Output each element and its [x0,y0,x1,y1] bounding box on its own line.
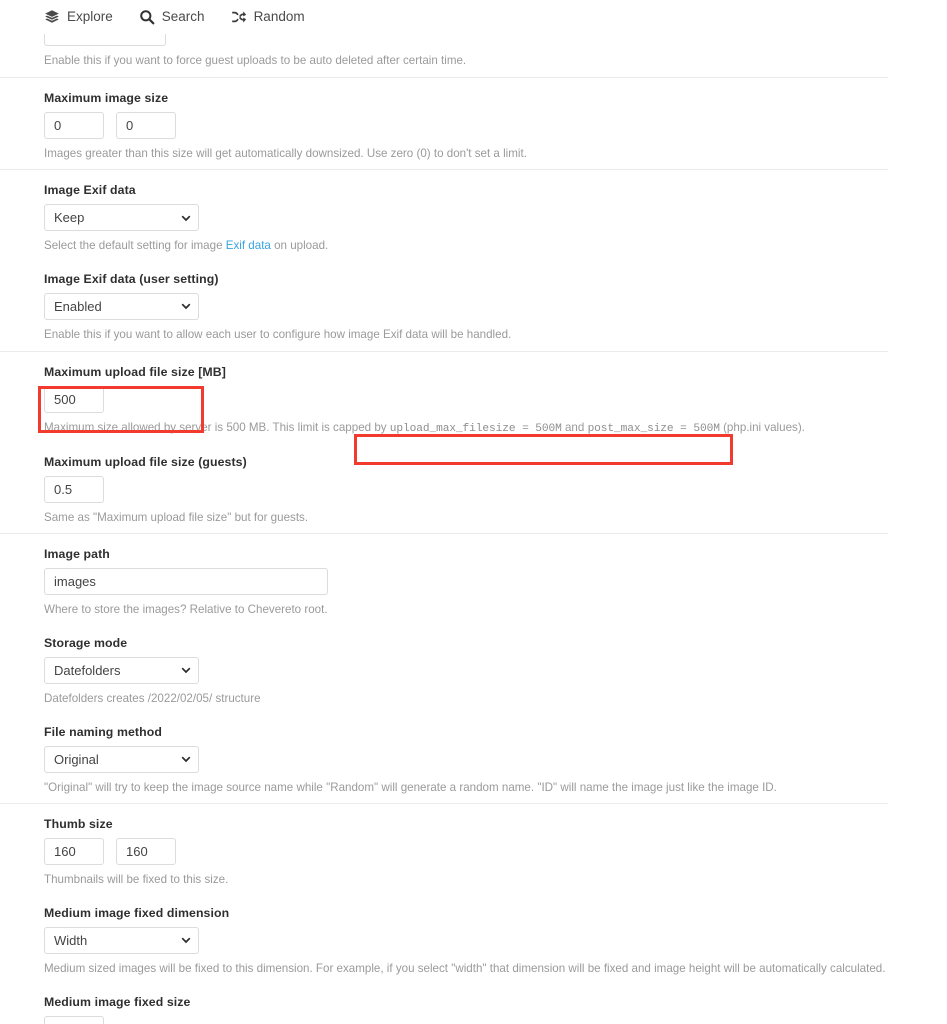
max-upload-file-size-input[interactable] [44,385,104,413]
layers-icon [44,9,60,25]
settings-page: Enable this if you want to force guest u… [0,34,947,1024]
nav-item-search[interactable]: Search [139,9,205,25]
image-exif-data-user-select[interactable]: Enabled [44,292,199,320]
image-exif-data-user-label: Image Exif data (user setting) [44,271,219,286]
field-maximum-image-size: Maximum image size Images greater than t… [44,77,947,170]
max-upload-file-size-guests-hint: Same as "Maximum upload file size" but f… [44,510,309,524]
medium-image-fixed-size-label: Medium image fixed size [44,994,191,1009]
storage-mode-select-wrap: Datefolders [44,656,199,684]
section-maximum-upload-file-size: Maximum upload file size [MB] Maximum si… [0,350,947,534]
file-naming-method-hint: "Original" will try to keep the image so… [44,780,777,794]
nav-item-search-label: Search [161,9,205,25]
max-upload-hint-after: (php.ini values). [719,420,805,434]
max-upload-hint-mid: and [561,420,588,434]
storage-mode-label: Storage mode [44,635,128,650]
section-storage: Image path Where to store the images? Re… [0,533,947,803]
maximum-image-size-hint: Images greater than this size will get a… [44,146,527,160]
section-maximum-image-size: Maximum image size Images greater than t… [0,76,947,170]
exif-data-link[interactable]: Exif data [226,239,271,252]
storage-mode-hint: Datefolders creates /2022/02/05/ structu… [44,691,261,705]
max-upload-file-size-label: Maximum upload file size [MB] [44,364,226,379]
file-naming-method-label: File naming method [44,724,162,739]
image-exif-data-hint: Select the default setting for image Exi… [44,238,947,254]
php-upload-max-filesize-code: upload_max_filesize = 500M [389,422,562,435]
image-exif-data-hint-before: Select the default setting for image [44,239,226,253]
field-max-upload-file-size: Maximum upload file size [MB] Maximum si… [44,351,947,445]
field-thumb-size: Thumb size Thumbnails will be fixed to t… [44,803,947,896]
shuffle-icon [231,9,247,25]
medium-image-fixed-dimension-select-wrap: Width [44,926,199,954]
guest-auto-delete-select[interactable] [44,34,166,46]
image-path-hint: Where to store the images? Relative to C… [44,603,328,617]
max-upload-file-size-hint: Maximum size allowed by server is 500 MB… [44,420,947,437]
thumb-size-inputs [44,838,947,866]
guest-auto-delete-hint: Enable this if you want to force guest u… [44,54,467,67]
thumb-size-hint: Thumbnails will be fixed to this size. [44,873,229,887]
image-exif-data-user-select-wrap: Enabled [44,292,199,320]
nav-item-explore[interactable]: Explore [44,9,113,25]
field-storage-mode: Storage mode Datefolders Datefolders cre… [44,626,947,715]
image-exif-data-select[interactable]: Keep [44,204,199,232]
maximum-image-height-input[interactable] [116,111,176,139]
max-upload-file-size-guests-label: Maximum upload file size (guests) [44,454,247,469]
maximum-image-width-input[interactable] [44,111,104,139]
image-exif-data-select-wrap: Keep [44,204,199,232]
image-exif-data-user-hint: Enable this if you want to allow each us… [44,327,512,341]
thumb-height-input[interactable] [116,838,176,866]
medium-image-fixed-size-input[interactable] [44,1015,104,1024]
top-navigation: Explore Search Random [0,0,947,34]
medium-image-fixed-dimension-hint: Medium sized images will be fixed to thi… [44,961,886,975]
max-upload-file-size-guests-input[interactable] [44,475,104,503]
field-guest-auto-delete: Enable this if you want to force guest u… [44,34,947,77]
field-medium-image-fixed-dimension: Medium image fixed dimension Width Mediu… [44,896,947,985]
maximum-image-size-label: Maximum image size [44,90,169,105]
medium-image-fixed-dimension-select[interactable]: Width [44,926,199,954]
maximum-image-size-inputs [44,111,947,139]
field-image-path: Image path Where to store the images? Re… [44,533,947,626]
file-naming-method-select[interactable]: Original [44,745,199,773]
nav-item-explore-label: Explore [67,9,113,25]
file-naming-method-select-wrap: Original [44,745,199,773]
section-image-exif-data: Image Exif data Keep Select the default … [0,169,947,350]
php-post-max-size-code: post_max_size = 500M [587,422,720,435]
search-icon [139,9,155,25]
image-path-label: Image path [44,547,110,562]
field-max-upload-file-size-guests: Maximum upload file size (guests) Same a… [44,445,947,534]
max-upload-hint-before: Maximum size allowed by server is 500 MB… [44,420,390,434]
settings-form: Enable this if you want to force guest u… [0,34,947,1024]
section-thumb-and-medium: Thumb size Thumbnails will be fixed to t… [0,803,947,1024]
section-guest-auto-delete: Enable this if you want to force guest u… [0,34,947,77]
nav-item-random-label: Random [253,9,305,25]
storage-mode-select[interactable]: Datefolders [44,656,199,684]
field-image-exif-data-user: Image Exif data (user setting) Enabled E… [44,262,947,351]
image-exif-data-hint-after: on upload. [270,239,329,253]
thumb-size-label: Thumb size [44,817,113,832]
image-path-input[interactable] [44,568,328,596]
image-exif-data-label: Image Exif data [44,183,136,198]
nav-item-random[interactable]: Random [231,9,305,25]
medium-image-fixed-dimension-label: Medium image fixed dimension [44,905,230,920]
thumb-width-input[interactable] [44,838,104,866]
field-medium-image-fixed-size: Medium image fixed size Width or height … [44,985,947,1024]
field-file-naming-method: File naming method Original "Original" w… [44,715,947,804]
field-image-exif-data: Image Exif data Keep Select the default … [44,169,947,262]
